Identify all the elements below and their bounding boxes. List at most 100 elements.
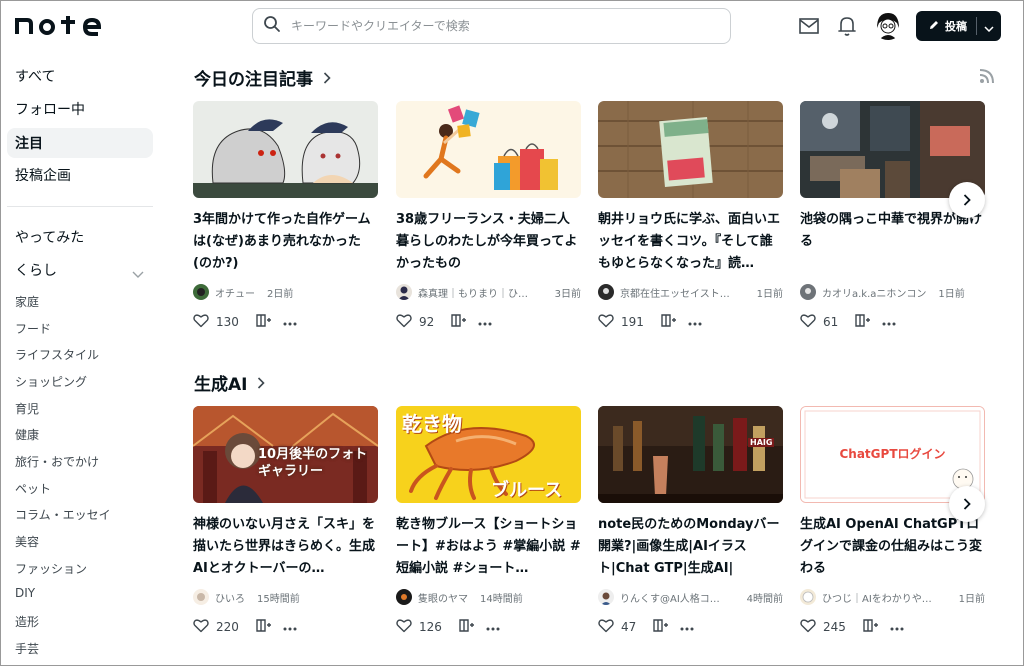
magazine-icon[interactable] [862, 618, 878, 636]
magazine-icon[interactable] [652, 618, 669, 636]
section-title-generative-ai[interactable]: 生成AI [194, 370, 266, 395]
author-name[interactable]: オチュー [215, 285, 255, 300]
carousel-next-button[interactable] [949, 182, 985, 218]
sidebar-subitem[interactable]: 旅行・おでかけ [15, 453, 99, 470]
heart-icon[interactable] [396, 618, 412, 636]
author-name[interactable]: ひいろ [215, 590, 245, 605]
sidebar-subitem[interactable]: ペット [15, 480, 51, 497]
author-avatar[interactable] [193, 284, 209, 300]
sidebar-subitem[interactable]: フード [15, 320, 51, 337]
article-thumbnail[interactable]: 10月後半のフォトギャラリー [193, 406, 378, 503]
sidebar-subitem[interactable]: 育児 [15, 400, 39, 417]
post-button[interactable]: 投稿 [916, 11, 1001, 41]
article-thumbnail[interactable]: 乾き物 ブルース [396, 406, 581, 503]
article-card[interactable]: ChatGPTログイン 生成AI OpenAI ChatGPTログインで課金の仕… [800, 406, 985, 636]
author-name[interactable]: りんくす@AI人格コ… [620, 590, 720, 605]
rss-icon[interactable] [979, 68, 995, 88]
article-thumbnail[interactable] [396, 101, 581, 198]
article-thumbnail[interactable] [598, 101, 783, 198]
author-avatar[interactable] [800, 284, 816, 300]
heart-icon[interactable] [800, 313, 816, 331]
heart-icon[interactable] [800, 618, 816, 636]
author-avatar[interactable] [396, 589, 412, 605]
magazine-icon[interactable] [660, 313, 676, 331]
heart-icon[interactable] [193, 618, 209, 636]
article-card[interactable]: 10月後半のフォトギャラリー 神様のいない月さえ「スキ」を描いたら世界はきらめく… [193, 406, 378, 636]
sidebar-category-life[interactable]: くらし [15, 260, 57, 280]
author-name[interactable]: 森真理｜もりまり｜ひ… [418, 285, 528, 300]
sidebar-subitem[interactable]: 家庭 [15, 293, 39, 310]
sidebar-subitem[interactable]: ライフスタイル [15, 346, 99, 363]
sidebar-subitem[interactable]: 美容 [15, 533, 39, 550]
sidebar-subitem[interactable]: 造形 [15, 613, 39, 630]
heart-icon[interactable] [193, 313, 209, 331]
article-thumbnail[interactable]: HAIG [598, 406, 783, 503]
more-icon[interactable] [478, 315, 492, 329]
article-card[interactable]: 3年間かけて作った自作ゲームは(なぜ)あまり売れなかった(のか?) オチュー 2… [193, 101, 378, 331]
sidebar-item-following[interactable]: フォロー中 [7, 94, 153, 124]
search-input[interactable] [291, 19, 711, 33]
sidebar-subitem[interactable]: ファッション [15, 560, 87, 577]
article-card[interactable]: 池袋の隅っこ中華で視界が開ける カオリa.k.aニホンコン 1日前 61 [800, 101, 985, 331]
more-icon[interactable] [283, 315, 297, 329]
magazine-icon[interactable] [255, 618, 271, 636]
article-title[interactable]: 3年間かけて作った自作ゲームは(なぜ)あまり売れなかった(のか?) [193, 209, 378, 275]
sidebar-item-featured[interactable]: 注目 [7, 128, 153, 158]
article-title[interactable]: 朝井リョウ氏に学ぶ、面白いエッセイを書くコツ。『そして誰もゆとらなくなった』読… [598, 209, 783, 275]
article-card[interactable]: 乾き物 ブルース 乾き物ブルース【ショートショート】#おはよう #掌編小説 #短… [396, 406, 581, 636]
article-card[interactable]: 38歳フリーランス・夫婦二人暮らしのわたしが今年買ってよかったもの 森真理｜もり… [396, 101, 581, 331]
post-button-label: 投稿 [945, 20, 967, 33]
author-avatar[interactable] [193, 589, 209, 605]
user-avatar[interactable] [873, 10, 903, 40]
chevron-down-icon[interactable] [132, 264, 144, 283]
sidebar-subitem[interactable]: 手芸 [15, 640, 39, 657]
post-time: 2日前 [267, 288, 294, 300]
article-title[interactable]: 乾き物ブルース【ショートショート】#おはよう #掌編小説 #短編小説 #ショート… [396, 514, 581, 580]
carousel-next-button[interactable] [949, 486, 985, 522]
section-title-featured[interactable]: 今日の注目記事 [194, 65, 331, 90]
sidebar-subitem[interactable]: DIY [15, 586, 35, 600]
sidebar-item-contests[interactable]: 投稿企画 [7, 160, 153, 190]
more-icon[interactable] [688, 315, 702, 329]
heart-icon[interactable] [396, 313, 412, 331]
article-title[interactable]: 生成AI OpenAI ChatGPTログインで課金の仕組みはこう変わる [800, 514, 985, 580]
sidebar-subitem[interactable]: ショッピング [15, 373, 87, 390]
article-card[interactable]: HAIG note民のためのMondayバー開業?|画像生成|AIイラスト|Ch… [598, 406, 783, 636]
author-avatar[interactable] [598, 589, 614, 605]
more-icon[interactable] [486, 620, 500, 634]
more-icon[interactable] [680, 620, 694, 634]
more-icon[interactable] [890, 620, 904, 634]
search-box[interactable] [252, 8, 731, 44]
author-avatar[interactable] [396, 284, 412, 300]
magazine-icon[interactable] [854, 313, 871, 331]
heart-icon[interactable] [598, 313, 614, 331]
post-menu-toggle[interactable] [977, 17, 1001, 36]
heart-icon[interactable] [598, 618, 614, 636]
author-name[interactable]: 京都在住エッセイスト… [620, 285, 730, 300]
magazine-icon[interactable] [450, 313, 467, 331]
article-title[interactable]: 池袋の隅っこ中華で視界が開ける [800, 209, 985, 275]
note-logo[interactable] [15, 11, 107, 39]
more-icon[interactable] [882, 315, 896, 329]
author-avatar[interactable] [598, 284, 614, 300]
sidebar-subitem[interactable]: コラム・エッセイ [15, 506, 111, 523]
article-thumbnail[interactable] [193, 101, 378, 198]
article-title[interactable]: 神様のいない月さえ「スキ」を描いたら世界はきらめく。生成AIとオクトーバーの… [193, 514, 378, 580]
magazine-icon[interactable] [458, 618, 474, 636]
post-time: 14時間前 [480, 593, 523, 605]
article-title[interactable]: 38歳フリーランス・夫婦二人暮らしのわたしが今年買ってよかったもの [396, 209, 581, 275]
article-title[interactable]: note民のためのMondayバー開業?|画像生成|AIイラスト|Chat GT… [598, 514, 783, 580]
article-card[interactable]: 朝井リョウ氏に学ぶ、面白いエッセイを書くコツ。『そして誰もゆとらなくなった』読…… [598, 101, 783, 331]
sidebar-item-tried[interactable]: やってみた [15, 227, 84, 247]
author-avatar[interactable] [800, 589, 816, 605]
article-meta: りんくす@AI人格コ… 4時間前 [598, 588, 783, 606]
sidebar-item-all[interactable]: すべて [7, 61, 153, 91]
more-icon[interactable] [283, 620, 297, 634]
bell-icon[interactable] [835, 14, 859, 38]
author-name[interactable]: 隻眼のヤマ [418, 590, 468, 605]
magazine-icon[interactable] [255, 313, 271, 331]
mail-icon[interactable] [797, 14, 821, 38]
sidebar-subitem[interactable]: 健康 [15, 426, 39, 443]
author-name[interactable]: カオリa.k.aニホンコン [822, 285, 926, 300]
author-name[interactable]: ひつじ｜AIをわかりや… [822, 590, 932, 605]
